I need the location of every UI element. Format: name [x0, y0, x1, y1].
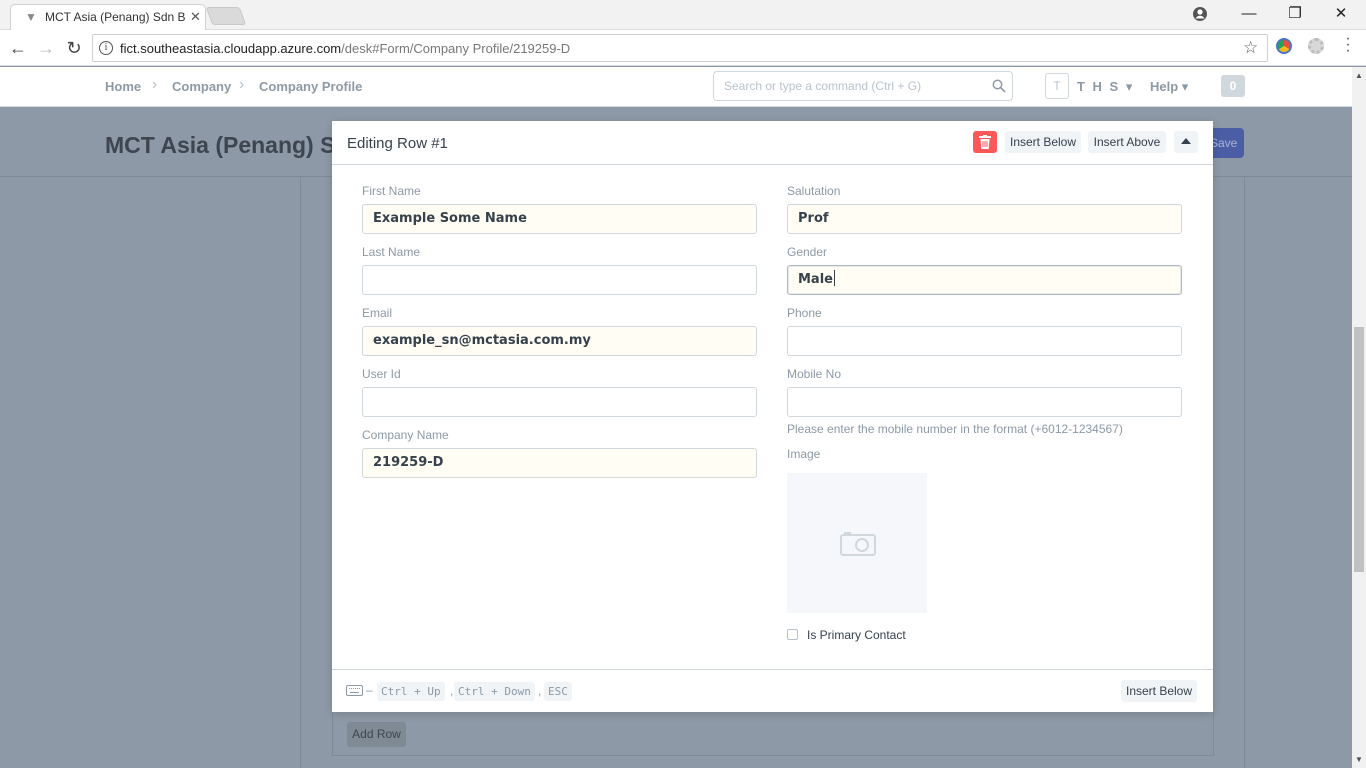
insert-below-button[interactable]: Insert Below: [1005, 131, 1081, 153]
delete-row-button[interactable]: [973, 131, 997, 153]
camera-icon: [840, 532, 876, 556]
browser-tab[interactable]: ▼ MCT Asia (Penang) Sdn B ✕: [10, 4, 206, 30]
breadcrumb-company[interactable]: Company: [172, 79, 231, 94]
trash-icon: [979, 135, 991, 149]
forward-icon[interactable]: →: [34, 36, 58, 60]
search-icon[interactable]: [992, 79, 1006, 93]
help-dropdown[interactable]: Help ▾: [1150, 79, 1188, 95]
scroll-thumb[interactable]: [1354, 327, 1364, 572]
image-label: Image: [787, 447, 821, 461]
reload-icon[interactable]: ↻: [62, 36, 86, 60]
modal-header: Editing Row #1 Insert Below Insert Above: [332, 121, 1213, 165]
page-title: MCT Asia (Penang) Sdn Bhd: [105, 132, 335, 158]
grid-footer: [332, 712, 1214, 756]
breadcrumb-company-profile[interactable]: Company Profile: [259, 79, 362, 94]
breadcrumb-home[interactable]: Home: [105, 79, 141, 94]
breadcrumb-chevron-icon: ›: [152, 76, 158, 93]
salutation-label: Salutation: [787, 184, 841, 198]
email-field[interactable]: example_sn@mctasia.com.my: [362, 326, 757, 356]
site-info-icon[interactable]: i: [99, 41, 113, 55]
last-name-field[interactable]: [362, 265, 757, 295]
shortcut-ctrl-down: Ctrl + Down: [454, 682, 535, 701]
caret-down-icon: ▾: [1125, 79, 1135, 94]
mobile-no-help: Please enter the mobile number in the fo…: [787, 422, 1123, 436]
add-row-button[interactable]: Add Row: [347, 722, 406, 747]
tab-title: MCT Asia (Penang) Sdn B: [45, 10, 185, 24]
restore-window-button[interactable]: ❐: [1272, 2, 1318, 26]
mobile-no-label: Mobile No: [787, 367, 842, 381]
extension-gear-icon[interactable]: [1308, 38, 1324, 54]
gender-field[interactable]: Male: [787, 265, 1182, 295]
scroll-up-icon[interactable]: ▲: [1355, 71, 1363, 80]
modal-title: Editing Row #1: [347, 135, 448, 152]
new-tab-button[interactable]: [205, 7, 247, 25]
user-dropdown[interactable]: T H S ▾: [1077, 79, 1134, 95]
breadcrumb-chevron-icon: ›: [239, 76, 245, 93]
editing-row-modal: Editing Row #1 Insert Below Insert Above…: [332, 121, 1213, 712]
phone-label: Phone: [787, 306, 822, 320]
insert-above-button[interactable]: Insert Above: [1088, 131, 1166, 153]
shortcut-separator: –: [366, 683, 373, 697]
app-navbar: Home › Company › Company Profile T T H S…: [0, 67, 1352, 107]
keyboard-icon: [346, 685, 363, 696]
is-primary-contact-checkbox[interactable]: [787, 629, 798, 640]
email-label: Email: [362, 306, 393, 320]
browser-menu-icon[interactable]: · · ·: [1340, 31, 1356, 59]
page-scrollbar[interactable]: ▲ ▼: [1352, 67, 1366, 768]
avatar[interactable]: T: [1045, 73, 1069, 99]
mobile-no-field[interactable]: [787, 387, 1182, 417]
text-cursor: [833, 270, 835, 286]
first-name-label: First Name: [362, 184, 421, 198]
company-name-field[interactable]: 219259-D: [362, 448, 757, 478]
url-text[interactable]: fict.southeastasia.cloudapp.azure.com/de…: [120, 41, 570, 56]
bookmark-star-icon[interactable]: ☆: [1243, 38, 1258, 58]
search-input[interactable]: [714, 72, 984, 100]
browser-tab-strip: ▼ MCT Asia (Penang) Sdn B ✕ — ❐ ✕: [0, 0, 1366, 30]
close-window-button[interactable]: ✕: [1318, 2, 1364, 26]
scroll-down-icon[interactable]: ▼: [1355, 755, 1363, 764]
caret-down-icon: ▾: [1181, 79, 1189, 94]
collapse-row-button[interactable]: [1174, 131, 1198, 153]
address-bar[interactable]: i fict.southeastasia.cloudapp.azure.com/…: [92, 34, 1268, 62]
first-name-field[interactable]: Example Some Name: [362, 204, 757, 234]
user-id-label: User Id: [362, 367, 401, 381]
minimize-window-button[interactable]: —: [1226, 2, 1272, 26]
image-upload[interactable]: [787, 473, 927, 613]
last-name-label: Last Name: [362, 245, 421, 259]
gender-value: Male: [798, 272, 833, 287]
back-icon[interactable]: ←: [6, 36, 30, 60]
favicon-icon: ▼: [25, 10, 37, 24]
tab-close-icon[interactable]: ✕: [190, 9, 201, 25]
notification-badge[interactable]: 0: [1221, 75, 1245, 97]
awesome-bar: [713, 71, 1013, 101]
extension-chrome-icon[interactable]: [1276, 38, 1292, 54]
is-primary-contact-label[interactable]: Is Primary Contact: [807, 628, 906, 642]
browser-profile-icon[interactable]: [1190, 4, 1210, 24]
phone-field[interactable]: [787, 326, 1182, 356]
shortcut-esc: ESC: [544, 682, 572, 701]
user-id-field[interactable]: [362, 387, 757, 417]
gender-label: Gender: [787, 245, 828, 259]
company-name-label: Company Name: [362, 428, 449, 442]
browser-toolbar: ← → ↻ i fict.southeastasia.cloudapp.azur…: [0, 30, 1366, 66]
modal-footer: – Ctrl + Up , Ctrl + Down , ESC Insert B…: [332, 669, 1213, 712]
salutation-field[interactable]: Prof: [787, 204, 1182, 234]
footer-insert-below-button[interactable]: Insert Below: [1121, 680, 1197, 702]
shortcut-ctrl-up: Ctrl + Up: [377, 682, 445, 701]
